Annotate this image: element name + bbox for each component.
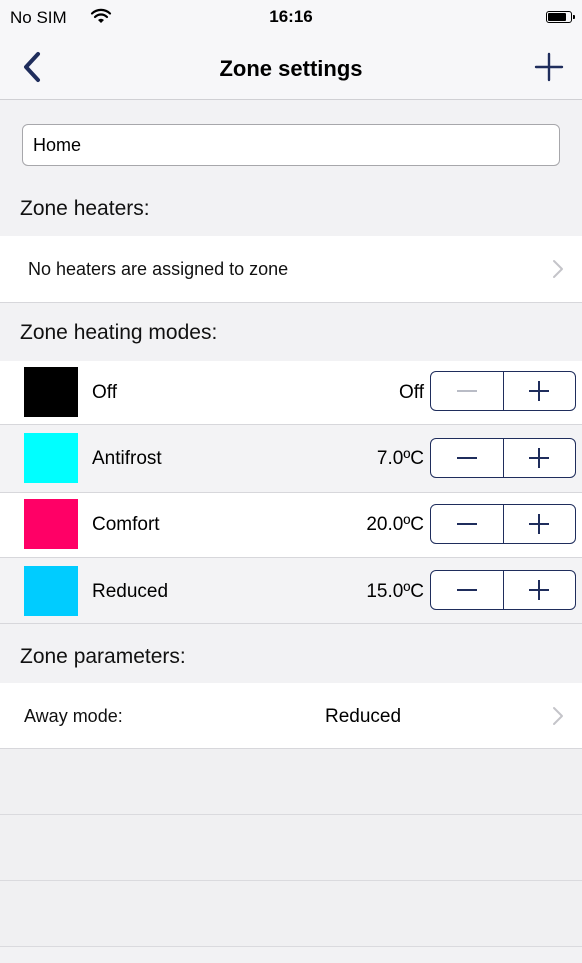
decrement-button[interactable] [431, 372, 503, 410]
mode-value: 15.0ºC [366, 581, 424, 602]
status-bar: No SIM 16:16 [0, 0, 582, 36]
zone-heating-modes-header: Zone heating modes: [20, 321, 218, 344]
mode-row-reduced: Reduced 15.0ºC [0, 558, 582, 624]
mode-value: 20.0ºC [366, 514, 424, 535]
increment-button[interactable] [502, 372, 576, 410]
mode-value: Off [399, 382, 424, 403]
mode-stepper [430, 371, 576, 411]
decrement-button[interactable] [431, 439, 503, 477]
mode-stepper [430, 438, 576, 478]
decrement-button[interactable] [431, 505, 503, 543]
minus-icon [456, 390, 477, 392]
decrement-button[interactable] [431, 571, 503, 609]
battery-icon [546, 11, 575, 23]
plus-icon [529, 514, 550, 534]
plus-icon[interactable] [532, 50, 566, 84]
mode-row-off: Off Off [0, 361, 582, 425]
increment-button[interactable] [502, 439, 576, 477]
mode-row-comfort: Comfort 20.0ºC [0, 493, 582, 558]
zone-settings-screen: No SIM 16:16 Zone settings Zone heaters:… [0, 0, 582, 963]
chevron-right-icon [553, 260, 563, 278]
mode-color-swatch[interactable] [24, 433, 78, 483]
away-mode-label: Away mode: [24, 706, 123, 726]
zone-parameters-header: Zone parameters: [20, 645, 186, 668]
page-title: Zone settings [219, 56, 363, 81]
zone-name-input[interactable] [22, 124, 560, 166]
minus-icon [456, 523, 477, 525]
empty-row [0, 749, 582, 815]
minus-icon [456, 457, 477, 459]
mode-stepper [430, 570, 576, 610]
empty-row [0, 881, 582, 947]
zone-heaters-header: Zone heaters: [20, 197, 150, 220]
mode-stepper [430, 504, 576, 544]
mode-name: Comfort [92, 514, 160, 535]
status-time: 16:16 [269, 7, 313, 26]
plus-icon [529, 448, 550, 468]
plus-icon [529, 381, 550, 401]
mode-color-swatch[interactable] [24, 367, 78, 417]
zone-heaters-row[interactable]: No heaters are assigned to zone [0, 236, 582, 303]
chevron-right-icon [553, 707, 563, 725]
mode-color-swatch[interactable] [24, 499, 78, 549]
mode-row-antifrost: Antifrost 7.0ºC [0, 425, 582, 493]
heaters-row-label: No heaters are assigned to zone [28, 259, 289, 279]
increment-button[interactable] [502, 571, 576, 609]
plus-icon [529, 580, 550, 600]
mode-name: Reduced [92, 581, 169, 602]
mode-value: 7.0ºC [376, 448, 424, 469]
navigation-bar: Zone settings [0, 36, 582, 100]
away-mode-value: Reduced [325, 706, 402, 727]
mode-name: Off [92, 382, 117, 403]
mode-name: Antifrost [92, 448, 162, 469]
minus-icon [456, 589, 477, 591]
empty-row [0, 815, 582, 881]
away-mode-row[interactable]: Away mode: Reduced [0, 683, 582, 749]
increment-button[interactable] [502, 505, 576, 543]
mode-color-swatch[interactable] [24, 566, 78, 616]
